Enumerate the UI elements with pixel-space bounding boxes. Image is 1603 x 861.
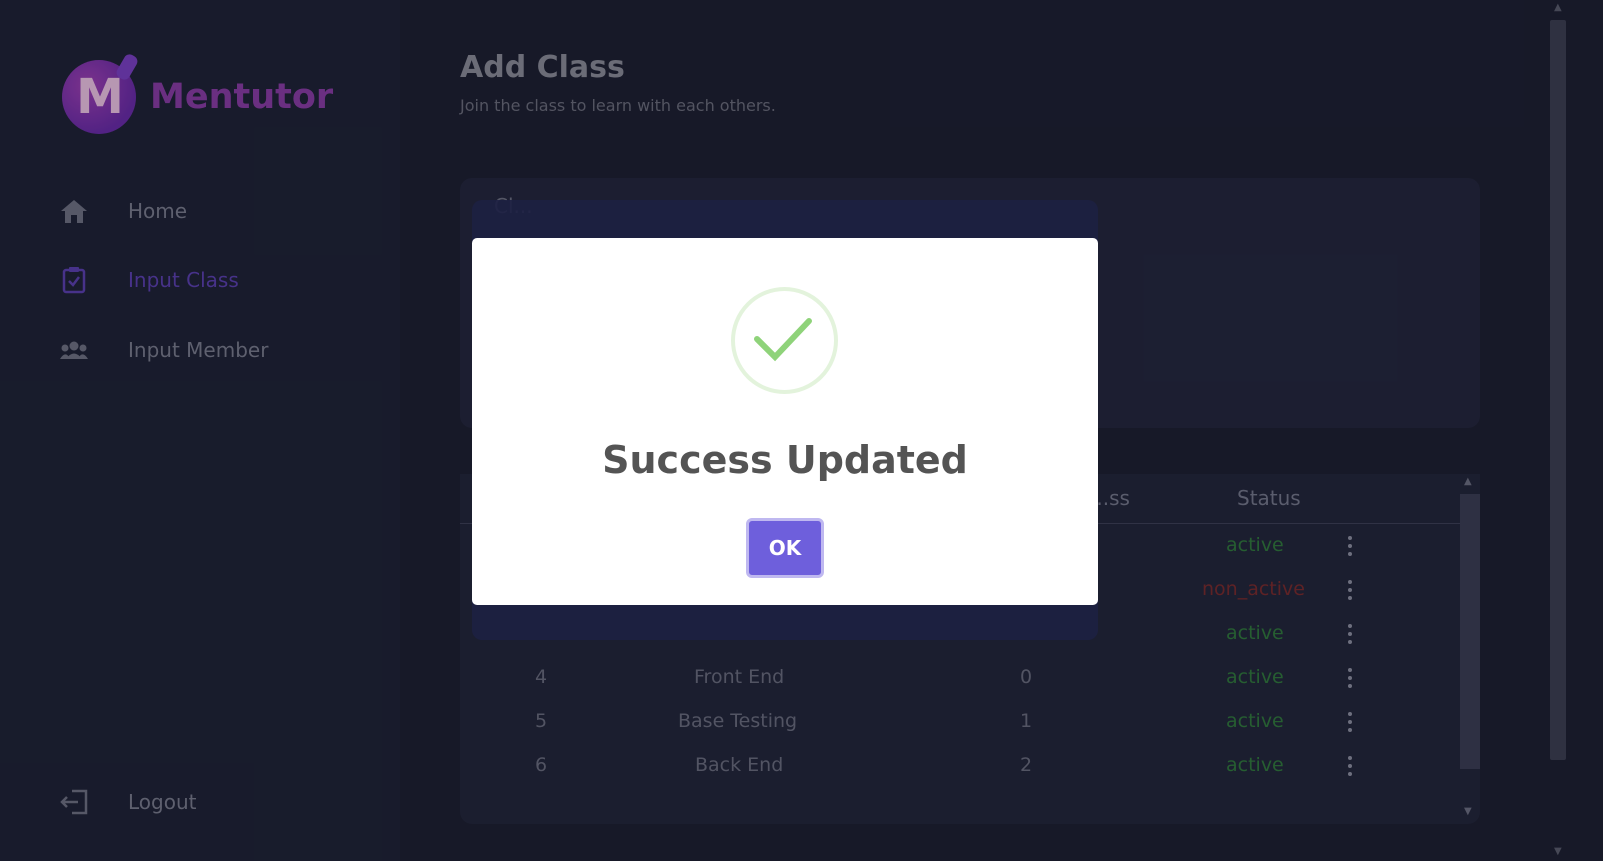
success-dialog: Success Updated OK [472,238,1098,605]
checkmark-icon [731,287,838,394]
dialog-title: Success Updated [602,438,968,482]
ok-button[interactable]: OK [746,518,824,578]
